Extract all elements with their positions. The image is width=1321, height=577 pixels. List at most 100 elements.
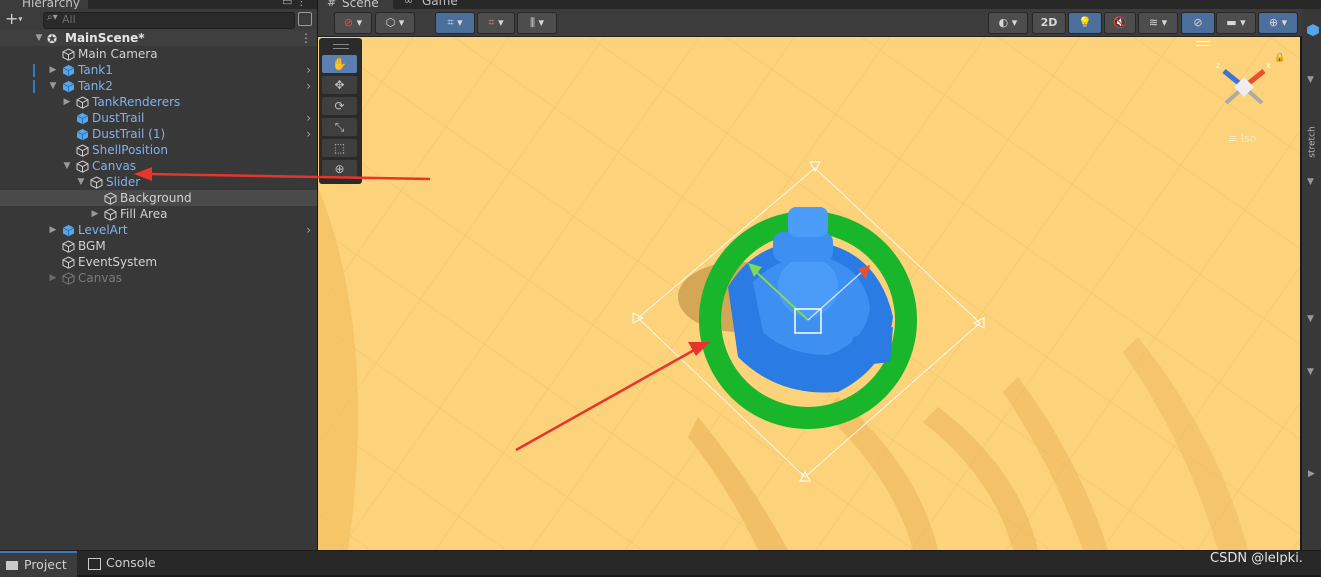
toggle-2d-button[interactable]: 2D <box>1032 12 1066 34</box>
scene-menu-icon[interactable]: ⋮ <box>300 30 312 46</box>
cube-icon: ⬡ <box>385 16 396 29</box>
gizmo-menu-icon[interactable] <box>1196 41 1210 46</box>
prefab-icon <box>62 65 75 77</box>
chevron-right-icon[interactable]: › <box>306 110 311 126</box>
gizmo-persp-text: Iso <box>1240 132 1257 145</box>
watermark: CSDN @lelpki. <box>1210 551 1303 566</box>
gizmo-z-label: z <box>1216 61 1220 70</box>
hierarchy-item[interactable]: ▶ Canvas <box>0 270 317 286</box>
hierarchy-item[interactable]: DustTrail (1) › <box>0 126 317 142</box>
toggle-2d-label: 2D <box>1040 16 1058 29</box>
folder-icon <box>6 561 18 570</box>
orientation-gizmo[interactable]: z x <box>1214 59 1274 119</box>
tab-game[interactable]: ∞ Game <box>404 0 466 9</box>
scale-tool[interactable]: ⤡ <box>322 118 357 136</box>
rect-tool[interactable]: ⬚ <box>322 139 357 157</box>
collapsed-arrow-icon[interactable]: ▶ <box>48 62 58 78</box>
scene-row[interactable]: ▼ ✪ MainScene* ⋮ <box>0 30 317 46</box>
prefab-override-bar <box>33 80 35 93</box>
item-label: EventSystem <box>78 255 158 269</box>
item-label: Main Camera <box>78 47 158 61</box>
chevron-right-icon[interactable]: › <box>306 126 311 142</box>
expand-arrow-icon[interactable]: ▼ <box>34 30 44 46</box>
scene-viewport[interactable]: z x 🔒 ≡ Iso <box>318 37 1300 550</box>
lighting-toggle[interactable]: 💡 <box>1068 12 1102 34</box>
foldout-arrow-icon[interactable]: ▼ <box>1307 367 1314 377</box>
gizmos-dropdown[interactable]: ⊕ ▾ <box>1258 12 1298 34</box>
expand-arrow-icon[interactable]: ▼ <box>48 78 58 94</box>
foldout-arrow-icon[interactable]: ▼ <box>1307 177 1314 187</box>
hierarchy-item[interactable]: ▶ TankRenderers <box>0 94 317 110</box>
item-label: ShellPosition <box>92 143 168 157</box>
gizmo-lock-icon[interactable]: 🔒 <box>1274 53 1285 63</box>
scene-search-icon[interactable] <box>298 12 312 26</box>
foldout-arrow-icon[interactable]: ▼ <box>1307 314 1314 324</box>
chevron-right-icon[interactable]: › <box>306 78 311 94</box>
draw-mode-dropdown[interactable]: ⊘ ▾ <box>334 12 372 34</box>
item-label: Fill Area <box>120 207 168 221</box>
hierarchy-item[interactable]: Main Camera <box>0 46 317 62</box>
hierarchy-item[interactable]: ShellPosition <box>0 142 317 158</box>
prefab-icon <box>76 113 89 125</box>
foldout-right-icon[interactable]: ▶ <box>1308 469 1315 479</box>
move-tool[interactable]: ✥ <box>322 76 357 94</box>
ruler-dropdown[interactable]: ⫼ ▾ <box>517 12 557 34</box>
gizmo-x-label: x <box>1266 61 1271 70</box>
render-mode-dropdown[interactable]: ⬡ ▾ <box>375 12 415 34</box>
gameobject-icon <box>62 240 75 253</box>
chevron-right-icon[interactable]: › <box>306 62 311 78</box>
collapsed-arrow-icon[interactable]: ▶ <box>48 222 58 238</box>
hierarchy-item[interactable]: DustTrail › <box>0 110 317 126</box>
sphere-icon: ◐ <box>998 16 1009 29</box>
expand-arrow-icon[interactable]: ▼ <box>76 174 86 190</box>
annotation-arrow <box>134 167 430 181</box>
tab-console[interactable]: Console <box>88 551 156 575</box>
chevron-right-icon[interactable]: › <box>306 222 311 238</box>
prefab-icon <box>62 225 75 237</box>
lightbulb-icon: 💡 <box>1078 16 1092 29</box>
tab-project-label: Project <box>24 557 67 572</box>
audio-toggle[interactable]: 🔇 <box>1104 12 1136 34</box>
scene-visibility-toggle[interactable]: ⊘ <box>1181 12 1215 34</box>
collapsed-arrow-icon[interactable]: ▶ <box>90 206 100 222</box>
effects-dropdown[interactable]: ≋ ▾ <box>1138 12 1178 34</box>
create-plus-button[interactable]: +▾ <box>5 10 22 29</box>
hierarchy-menu-icon[interactable]: ▭ ⋮ <box>282 0 307 8</box>
rotate-tool[interactable]: ⟳ <box>322 97 357 115</box>
increment-snap-dropdown[interactable]: ⌗ ▾ <box>477 12 515 34</box>
hierarchy-search-input[interactable]: ⌕▾ All <box>43 12 295 29</box>
collapsed-arrow-icon[interactable]: ▶ <box>62 94 72 110</box>
scene-name: MainScene* <box>65 31 145 45</box>
scale-icon: ⤡ <box>334 120 345 134</box>
hierarchy-item[interactable]: ▼ Tank2 › <box>0 78 317 94</box>
hierarchy-item[interactable]: EventSystem <box>0 254 317 270</box>
tab-game-label: Game <box>422 0 458 8</box>
prefab-override-bar <box>33 64 35 77</box>
item-label: Tank2 <box>78 79 113 93</box>
shading-icon: ⊘ <box>343 16 354 29</box>
tab-project[interactable]: Project <box>0 551 77 577</box>
palette-handle[interactable] <box>333 44 349 49</box>
hierarchy-item[interactable]: ▶ Fill Area <box>0 206 317 222</box>
ruler-icon: ⫼ <box>529 16 536 29</box>
hand-tool[interactable]: ✋ <box>322 55 357 73</box>
expand-arrow-icon[interactable]: ▼ <box>62 158 72 174</box>
hierarchy-item-selected[interactable]: Background <box>0 190 317 206</box>
foldout-arrow-icon[interactable]: ▼ <box>1307 75 1314 85</box>
collapsed-arrow-icon[interactable]: ▶ <box>48 270 58 286</box>
item-label: Canvas <box>78 271 123 285</box>
gameobject-icon <box>76 160 89 173</box>
gizmo-projection-label[interactable]: ≡ Iso <box>1228 132 1256 145</box>
hierarchy-item[interactable]: BGM <box>0 238 317 254</box>
item-label: Tank1 <box>78 63 113 77</box>
hierarchy-item[interactable]: ▶ Tank1 › <box>0 62 317 78</box>
search-placeholder: All <box>62 13 76 26</box>
item-label: TankRenderers <box>92 95 181 109</box>
item-label: DustTrail (1) <box>92 127 166 141</box>
move-icon: ✥ <box>334 78 345 92</box>
grid-snap-toggle[interactable]: ⌗ ▾ <box>435 12 475 34</box>
camera-dropdown[interactable]: ▬ ▾ <box>1216 12 1256 34</box>
global-illumination-dropdown[interactable]: ◐ ▾ <box>988 12 1028 34</box>
bottom-tabbar: Project Console <box>0 550 1321 577</box>
hierarchy-item[interactable]: ▶ LevelArt › <box>0 222 317 238</box>
